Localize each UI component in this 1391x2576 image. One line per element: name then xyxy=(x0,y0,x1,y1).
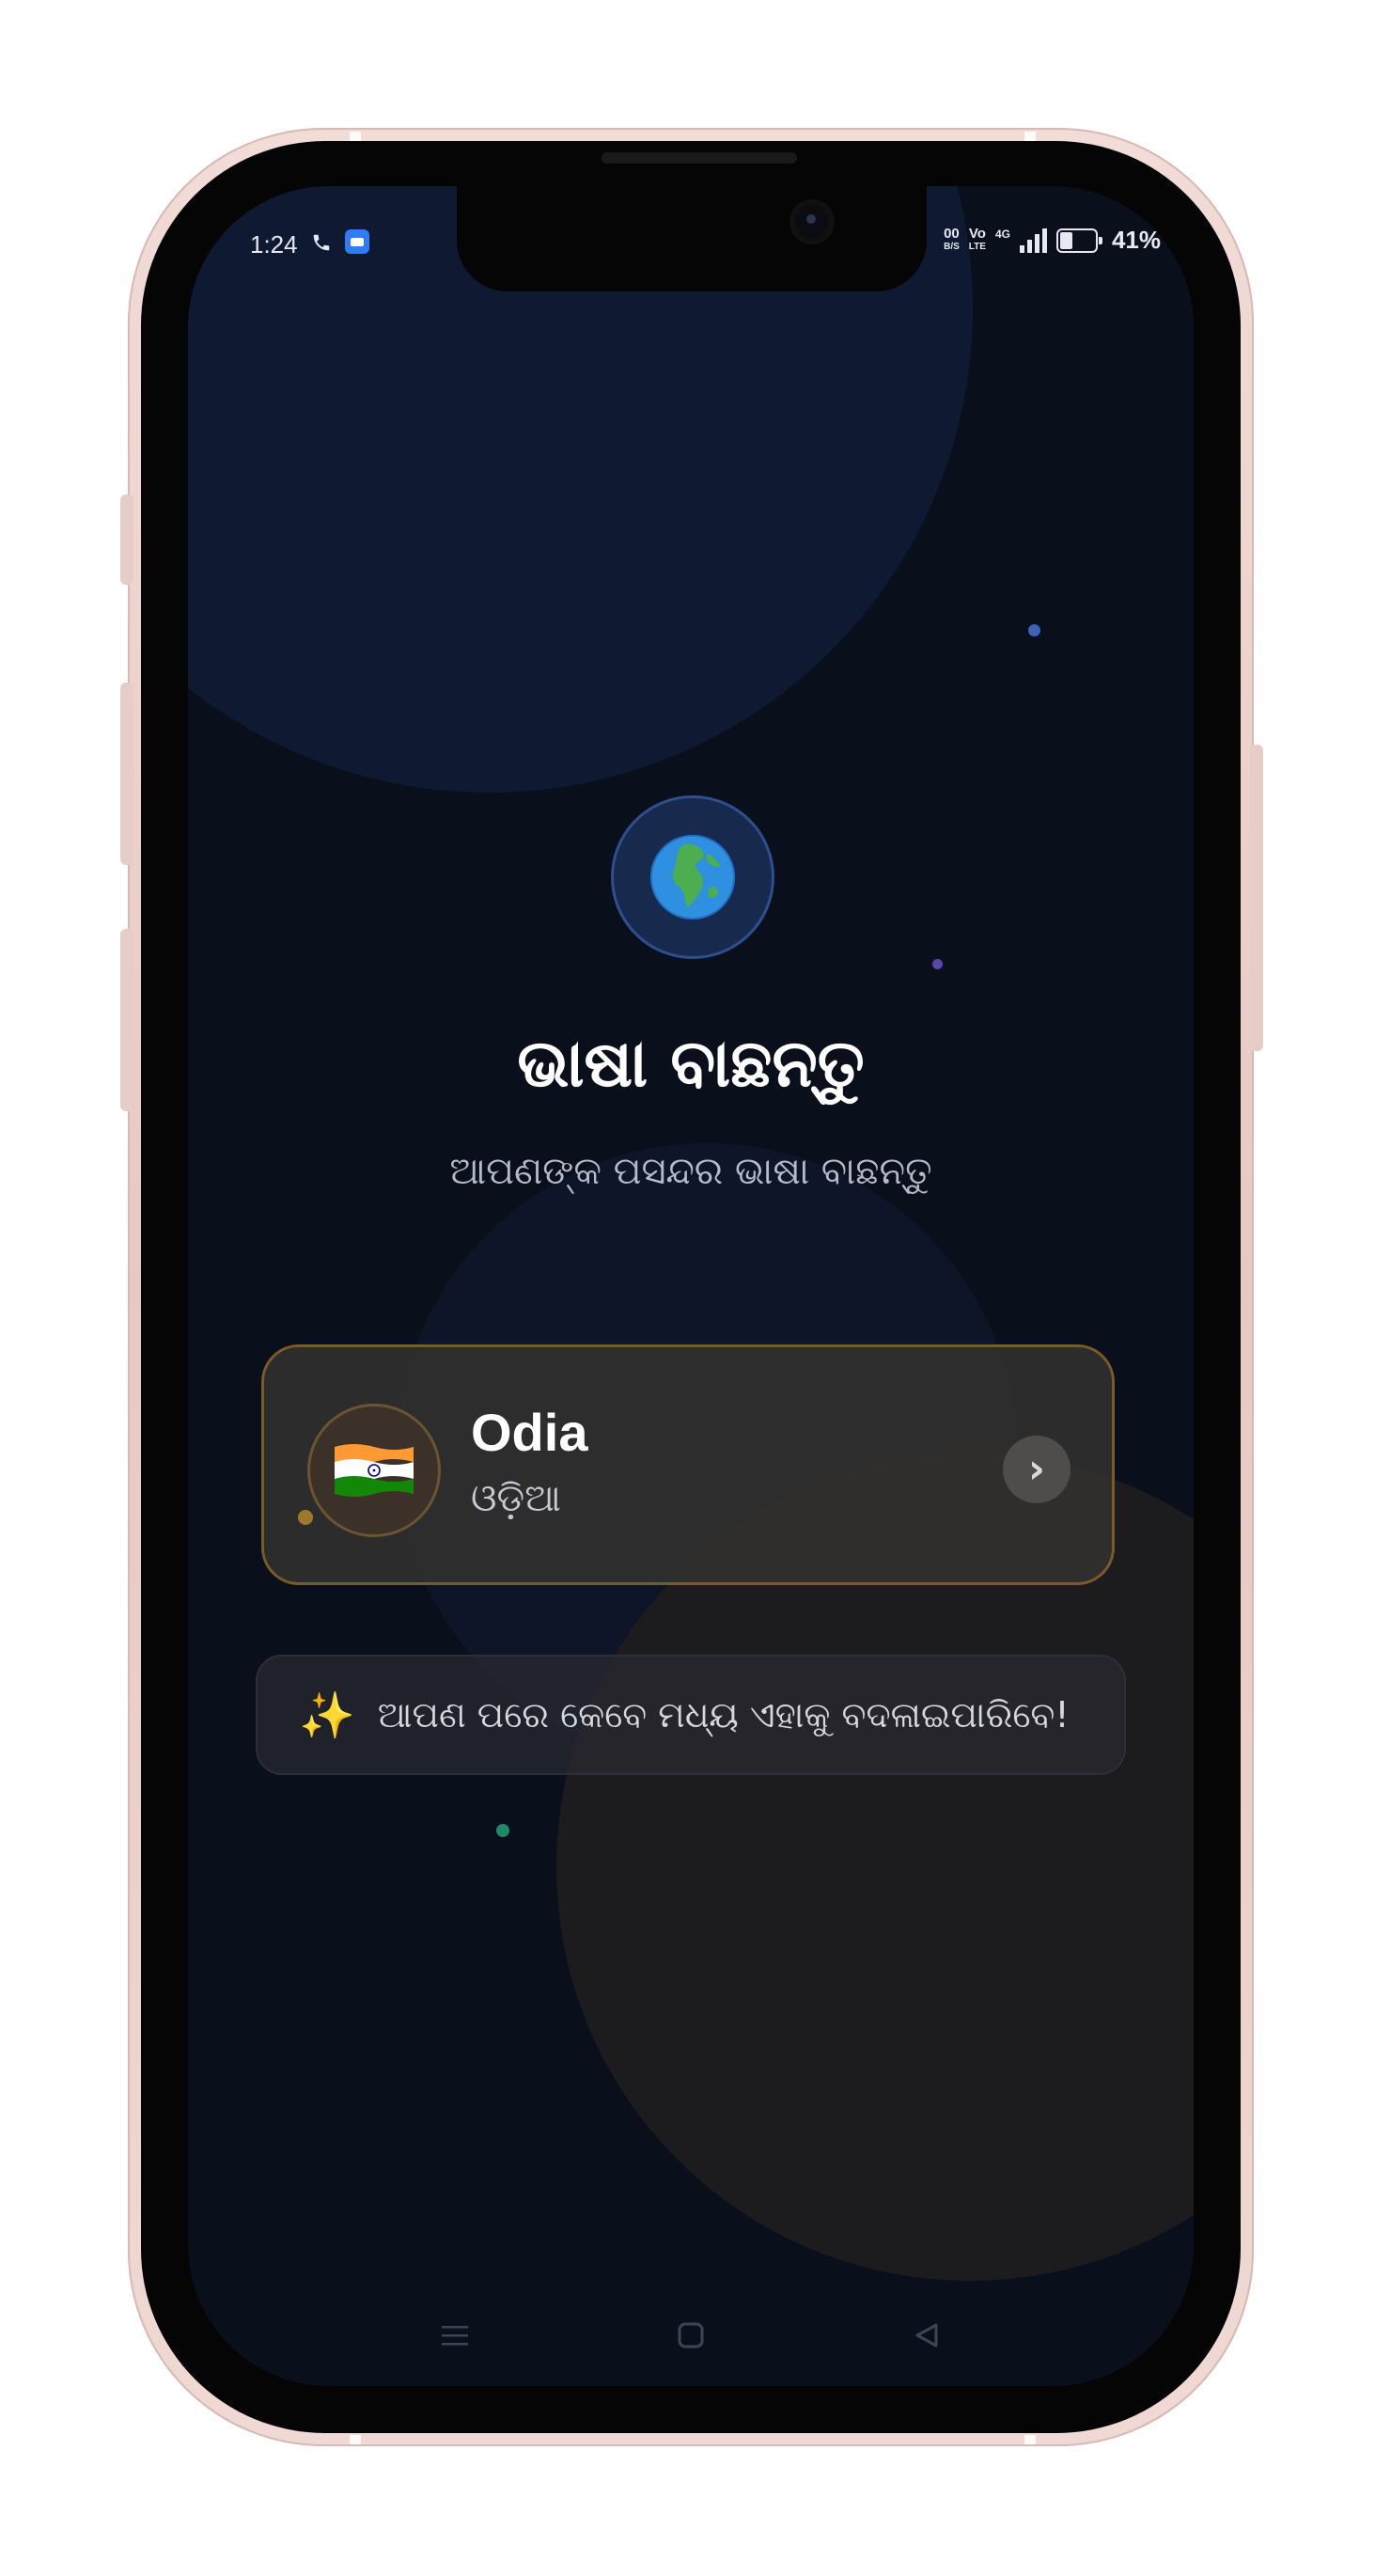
phone-call-icon xyxy=(311,230,332,259)
front-camera xyxy=(795,205,829,239)
page-subtitle: ଆପଣଙ୍କ ପସନ୍ଦର ଭାଷା ବାଛନ୍ତୁ xyxy=(449,1150,932,1193)
earpiece-speaker xyxy=(602,152,797,164)
network-speed-unit: B/S xyxy=(944,241,960,252)
sparkles-icon: ✨ xyxy=(299,1689,355,1742)
home-icon[interactable] xyxy=(670,2315,711,2356)
signal-strength-icon xyxy=(1019,228,1047,253)
battery-icon xyxy=(1055,228,1102,253)
antenna-band-bottom-left xyxy=(350,2435,361,2444)
antenna-band-bottom-right xyxy=(1024,2435,1036,2444)
language-name: Odia xyxy=(471,1403,588,1462)
volte-bottom: LTE xyxy=(968,241,986,252)
network-speed-value: 00 xyxy=(944,225,960,242)
volte-indicator: Vo LTE xyxy=(968,225,986,254)
battery-fill xyxy=(1059,231,1072,249)
side-button-power xyxy=(1250,745,1263,1051)
menu-icon[interactable] xyxy=(434,2315,476,2356)
network-speed: 00 B/S xyxy=(944,225,960,254)
page-title: ଭାଷା ବାଛନ୍ତୁ xyxy=(517,1025,865,1102)
side-button-volume-down xyxy=(120,929,133,1111)
card-decor-dot xyxy=(298,1510,313,1525)
app-notification-icon xyxy=(344,229,369,260)
side-button-action xyxy=(120,495,133,585)
decor-dot-purple xyxy=(932,959,943,969)
network-type: 4G xyxy=(994,228,1010,241)
battery-percent: 41% xyxy=(1111,226,1161,254)
screen: 1:24 00 B/S Vo LTE 4G 41% ଭାଷା ବାଛନ୍ତୁ ଆ… xyxy=(188,186,1194,2386)
status-time: 1:24 xyxy=(250,230,298,259)
chevron-right-icon[interactable]: › xyxy=(1003,1436,1071,1503)
back-icon[interactable] xyxy=(906,2315,947,2356)
status-bar-left: 1:24 xyxy=(250,229,369,260)
globe-icon xyxy=(611,795,774,959)
decor-dot-teal xyxy=(496,1824,509,1837)
language-native-name: ଓଡ଼ିଆ xyxy=(471,1477,561,1520)
volte-top: Vo xyxy=(968,225,986,242)
decor-dot-blue xyxy=(1028,624,1040,636)
india-flag-icon xyxy=(307,1404,441,1537)
system-navigation-bar xyxy=(188,2315,1194,2371)
antenna-band-top-right xyxy=(1024,132,1036,141)
antenna-band-top-left xyxy=(350,132,361,141)
side-button-volume-up xyxy=(120,683,133,865)
chevron-glyph: › xyxy=(1027,1445,1046,1493)
hint-banner: ✨ ଆପଣ ପରେ କେବେ ମଧ୍ୟ ଏହାକୁ ବଦଳାଇପାରିବେ! xyxy=(256,1655,1126,1775)
privacy-indicator-dot xyxy=(1170,237,1177,243)
status-bar-right: 00 B/S Vo LTE 4G 41% xyxy=(944,226,1177,255)
language-option-odia[interactable]: Odia ଓଡ଼ିଆ › xyxy=(261,1344,1115,1585)
hint-text: ଆପଣ ପରେ କେବେ ମଧ୍ୟ ଏହାକୁ ବଦଳାଇପାରିବେ! xyxy=(377,1693,1070,1736)
camera-notch xyxy=(457,186,927,291)
